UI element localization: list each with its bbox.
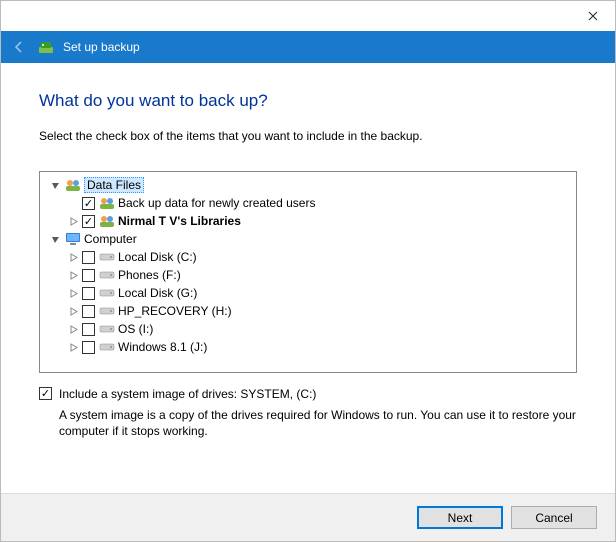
expander-icon[interactable]: [66, 286, 80, 300]
tree-label: OS (I:): [118, 322, 153, 336]
expander-icon[interactable]: [48, 178, 62, 192]
expander-icon[interactable]: [66, 340, 80, 354]
expander-icon[interactable]: [66, 250, 80, 264]
titlebar: [1, 1, 615, 31]
tree-node-drive[interactable]: Local Disk (G:): [42, 284, 574, 302]
computer-icon: [64, 231, 82, 247]
checkbox-checked[interactable]: ✓: [39, 387, 52, 400]
expander-icon[interactable]: [48, 232, 62, 246]
instruction-text: Select the check box of the items that y…: [39, 129, 577, 143]
backup-tree[interactable]: Data Files ✓ Back up data for newly crea…: [39, 171, 577, 373]
drive-icon: [98, 303, 116, 319]
system-image-option[interactable]: ✓ Include a system image of drives: SYST…: [39, 387, 577, 401]
tree-label: Local Disk (C:): [118, 250, 197, 264]
tree-node-drive[interactable]: HP_RECOVERY (H:): [42, 302, 574, 320]
tree-label: Phones (F:): [118, 268, 181, 282]
tree-node-new-users[interactable]: ✓ Back up data for newly created users: [42, 194, 574, 212]
tree-node-drive[interactable]: Windows 8.1 (J:): [42, 338, 574, 356]
tree-node-drive[interactable]: OS (I:): [42, 320, 574, 338]
tree-label: Computer: [84, 232, 137, 246]
arrow-left-icon: [11, 39, 27, 55]
expander-icon[interactable]: [66, 268, 80, 282]
cancel-button[interactable]: Cancel: [511, 506, 597, 529]
drive-icon: [98, 249, 116, 265]
expander-icon[interactable]: [66, 214, 80, 228]
checkbox-unchecked[interactable]: [82, 341, 95, 354]
tree-node-data-files[interactable]: Data Files: [42, 176, 574, 194]
close-icon: [588, 11, 598, 21]
page-heading: What do you want to back up?: [39, 91, 577, 111]
tree-label: Windows 8.1 (J:): [118, 340, 207, 354]
checkbox-unchecked[interactable]: [82, 251, 95, 264]
tree-node-computer[interactable]: Computer: [42, 230, 574, 248]
tree-node-libraries[interactable]: ✓ Nirmal T V's Libraries: [42, 212, 574, 230]
back-button[interactable]: [9, 37, 29, 57]
system-image-label: Include a system image of drives: SYSTEM…: [59, 387, 316, 401]
close-button[interactable]: [570, 1, 615, 31]
users-icon: [98, 213, 116, 229]
drive-icon: [98, 285, 116, 301]
checkbox-unchecked[interactable]: [82, 305, 95, 318]
backup-icon: [37, 38, 55, 56]
checkbox-unchecked[interactable]: [82, 269, 95, 282]
tree-label: Local Disk (G:): [118, 286, 197, 300]
wizard-header: Set up backup: [1, 31, 615, 63]
tree-node-drive[interactable]: Local Disk (C:): [42, 248, 574, 266]
checkbox-checked[interactable]: ✓: [82, 197, 95, 210]
checkbox-checked[interactable]: ✓: [82, 215, 95, 228]
drive-icon: [98, 339, 116, 355]
tree-label: Back up data for newly created users: [118, 196, 315, 210]
tree-label: Data Files: [84, 177, 144, 193]
header-title: Set up backup: [63, 40, 140, 54]
content-area: What do you want to back up? Select the …: [1, 63, 615, 439]
drive-icon: [98, 321, 116, 337]
checkbox-unchecked[interactable]: [82, 323, 95, 336]
expander-icon[interactable]: [66, 322, 80, 336]
tree-label: Nirmal T V's Libraries: [118, 214, 241, 228]
tree-label: HP_RECOVERY (H:): [118, 304, 232, 318]
button-bar: Next Cancel: [1, 493, 615, 541]
drive-icon: [98, 267, 116, 283]
users-icon: [64, 177, 82, 193]
system-image-description: A system image is a copy of the drives r…: [59, 407, 577, 439]
checkbox-unchecked[interactable]: [82, 287, 95, 300]
tree-node-drive[interactable]: Phones (F:): [42, 266, 574, 284]
next-button[interactable]: Next: [417, 506, 503, 529]
users-icon: [98, 195, 116, 211]
expander-icon[interactable]: [66, 304, 80, 318]
